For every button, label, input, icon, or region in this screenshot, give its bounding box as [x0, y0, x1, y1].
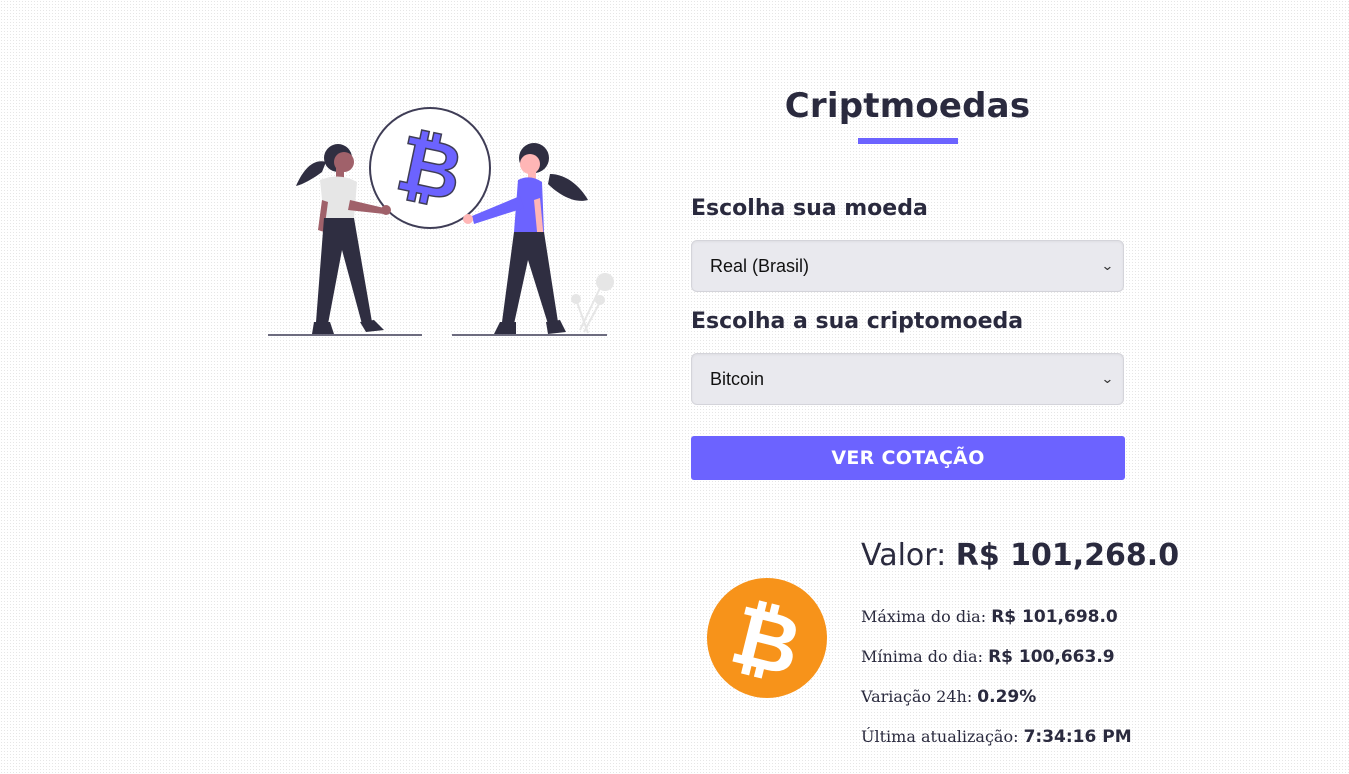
coin-select[interactable]: Real (Brasil) ⌄: [691, 240, 1124, 292]
day-high-value: R$ 101,698.0: [991, 607, 1118, 627]
day-high: Máxima do dia: R$ 101,698.0: [861, 607, 1118, 627]
quote-value: Valor: R$ 101,268.0: [861, 538, 1179, 573]
chevron-down-icon: ⌄: [1101, 258, 1115, 273]
day-low-value: R$ 100,663.9: [988, 647, 1115, 667]
day-high-label: Máxima do dia:: [861, 607, 987, 626]
change-24h-label: Variação 24h:: [861, 687, 973, 706]
change-24h: Variação 24h: 0.29%: [861, 687, 1036, 707]
day-low-label: Mínima do dia:: [861, 647, 983, 666]
people-exchanging-bitcoin-illustration: ₿: [268, 107, 614, 336]
page-title: Criptmoedas: [784, 86, 1031, 126]
day-low: Mínima do dia: R$ 100,663.9: [861, 647, 1115, 667]
coin-select-value: Real (Brasil): [710, 255, 810, 276]
plant-decoration: [571, 273, 614, 334]
crypto-select-value: Bitcoin: [710, 368, 765, 389]
view-quote-button[interactable]: VER COTAÇÃO: [691, 436, 1125, 480]
quote-value-label: Valor:: [861, 538, 947, 573]
page: ₿ Criptmoedas Escolha sua moeda Real (Br…: [0, 0, 1349, 774]
crypto-select-label: Escolha a sua criptomoeda: [691, 309, 1024, 334]
last-update-value: 7:34:16 PM: [1023, 727, 1132, 747]
last-update-label: Última atualização:: [861, 727, 1019, 746]
chevron-down-icon: ⌄: [1101, 371, 1115, 386]
change-24h-value: 0.29%: [977, 687, 1037, 707]
crypto-select[interactable]: Bitcoin ⌄: [691, 353, 1124, 405]
title-underline: [858, 138, 958, 144]
bitcoin-icon: ₿: [707, 578, 827, 698]
quote-value-amount: R$ 101,268.0: [955, 538, 1180, 573]
coin-select-label: Escolha sua moeda: [691, 196, 928, 221]
last-update: Última atualização: 7:34:16 PM: [861, 727, 1132, 747]
